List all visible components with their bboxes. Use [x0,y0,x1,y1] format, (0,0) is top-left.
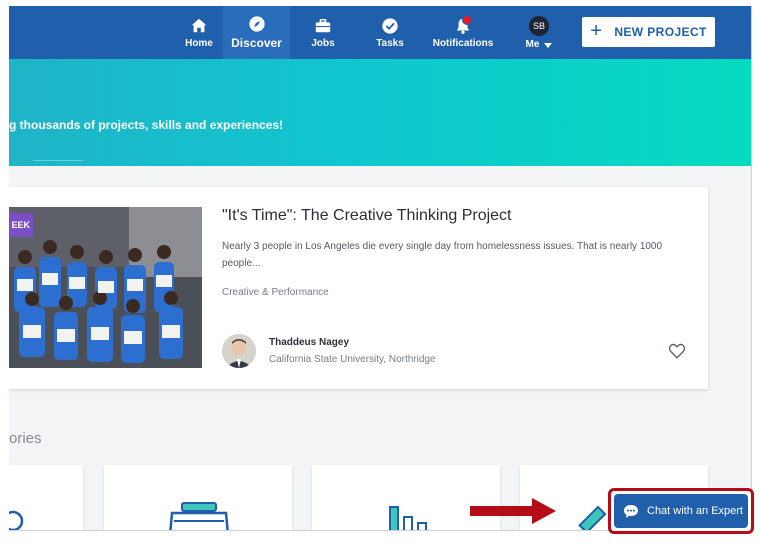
nav-jobs[interactable]: Jobs [298,6,348,59]
check-circle-icon [382,17,398,34]
typewriter-icon [169,502,229,530]
nav-notifications-label: Notifications [432,37,494,49]
author-school: California State University, Northridge [269,354,436,365]
nav-home-label: Home [185,37,213,49]
chat-with-expert-button[interactable]: Chat with an Expert [614,494,748,528]
nav-home[interactable]: Home [174,6,224,59]
gear-icon [9,510,24,530]
chat-bubble-icon [624,504,638,518]
hero-banner [9,59,751,166]
notification-dot [462,15,472,25]
nav-tasks[interactable]: Tasks [365,6,415,59]
briefcase-icon [315,18,331,32]
category-card[interactable] [9,465,83,530]
new-project-label: NEW PROJECT [614,25,707,39]
group-photo-image [9,207,202,368]
hero-divider [33,160,83,161]
author-name[interactable]: Thaddeus Nagey [269,337,349,348]
nav-discover[interactable]: Discover [223,6,290,59]
nav-tasks-label: Tasks [376,37,404,49]
nav-discover-label: Discover [231,36,282,50]
author-avatar [222,334,256,368]
annotation-arrow-icon [470,498,556,524]
project-photo[interactable]: EEK [9,207,202,368]
project-card[interactable]: EEK "It's Time": The Creative Thinking P… [9,187,708,389]
nav-notifications[interactable]: Notifications [432,6,494,59]
top-navigation-bar: Home Discover Jobs Tasks Notifications S… [9,6,751,59]
project-title[interactable]: "It's Time": The Creative Thinking Proje… [222,207,512,225]
categories-heading: ories [9,430,42,447]
chat-highlight-outline: Chat with an Expert [608,488,754,534]
category-card[interactable] [104,465,292,530]
nav-me-label: Me [525,38,540,50]
featured-badge: EEK [9,213,33,237]
compass-icon [248,16,265,32]
heart-icon[interactable] [668,342,686,360]
new-project-button[interactable]: + NEW PROJECT [582,17,715,47]
chevron-down-icon [544,42,553,48]
project-description: Nearly 3 people in Los Angeles die every… [222,241,663,269]
chat-label: Chat with an Expert [647,505,743,517]
plus-icon: + [590,20,603,42]
app-frame: Home Discover Jobs Tasks Notifications S… [9,6,752,531]
hero-tagline: g thousands of projects, skills and expe… [9,118,284,132]
nav-me[interactable]: SB Me [514,6,564,59]
nav-jobs-label: Jobs [311,37,335,49]
home-icon [191,18,207,32]
avatar: SB [529,15,549,36]
project-category: Creative & Performance [222,287,329,298]
